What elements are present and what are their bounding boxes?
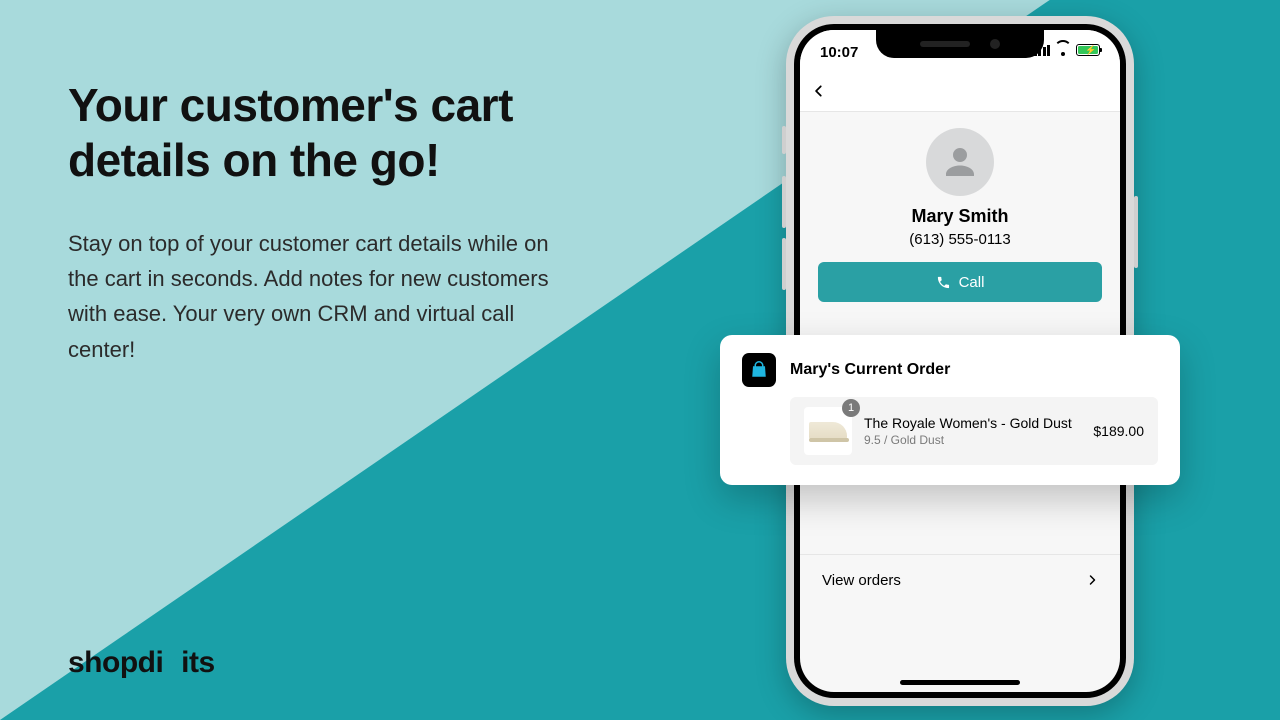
quantity-badge: 1: [842, 399, 860, 417]
app-navbar: [800, 70, 1120, 112]
sneaker-icon: [809, 422, 847, 440]
product-variant: 9.5 / Gold Dust: [864, 433, 1081, 447]
home-indicator: [900, 680, 1020, 685]
brand-prefix: shopdi: [68, 646, 163, 679]
view-orders-row[interactable]: View orders: [800, 554, 1120, 606]
phone-icon: [936, 275, 951, 290]
product-name: The Royale Women's - Gold Dust: [864, 415, 1081, 431]
chevron-left-icon: [812, 84, 826, 98]
phone-power-button: [1134, 196, 1138, 268]
phone-mute-switch: [782, 126, 786, 154]
person-icon: [939, 141, 981, 183]
phone-volume-up: [782, 176, 786, 228]
back-button[interactable]: [812, 78, 826, 104]
phone-volume-down: [782, 238, 786, 290]
brand-accent-letter: g: [163, 646, 181, 679]
call-button[interactable]: Call: [818, 262, 1102, 302]
battery-icon: ⚡: [1076, 44, 1100, 56]
shopping-bag-icon: [750, 361, 768, 379]
brand-suffix: its: [181, 646, 215, 679]
view-orders-label: View orders: [822, 572, 901, 589]
brand-logo: shopdigits: [68, 646, 215, 680]
chevron-right-icon: [1086, 570, 1098, 591]
wifi-icon: [1055, 44, 1071, 56]
customer-phone: (613) 555-0113: [800, 231, 1120, 248]
customer-name: Mary Smith: [800, 206, 1120, 227]
current-order-card: Mary's Current Order 1 The Royale Women'…: [720, 335, 1180, 485]
subheadline: Stay on top of your customer cart detail…: [68, 226, 558, 367]
order-line-item[interactable]: 1 The Royale Women's - Gold Dust 9.5 / G…: [790, 397, 1158, 465]
status-time: 10:07: [820, 44, 858, 61]
app-icon: [742, 353, 776, 387]
customer-profile: Mary Smith (613) 555-0113 Call: [800, 112, 1120, 302]
phone-notch: [876, 30, 1044, 58]
call-button-label: Call: [959, 274, 985, 291]
headline: Your customer's cart details on the go!: [68, 78, 588, 188]
product-thumbnail: 1: [804, 407, 852, 455]
product-price: $189.00: [1093, 423, 1144, 439]
avatar: [926, 128, 994, 196]
order-card-title: Mary's Current Order: [790, 361, 950, 379]
